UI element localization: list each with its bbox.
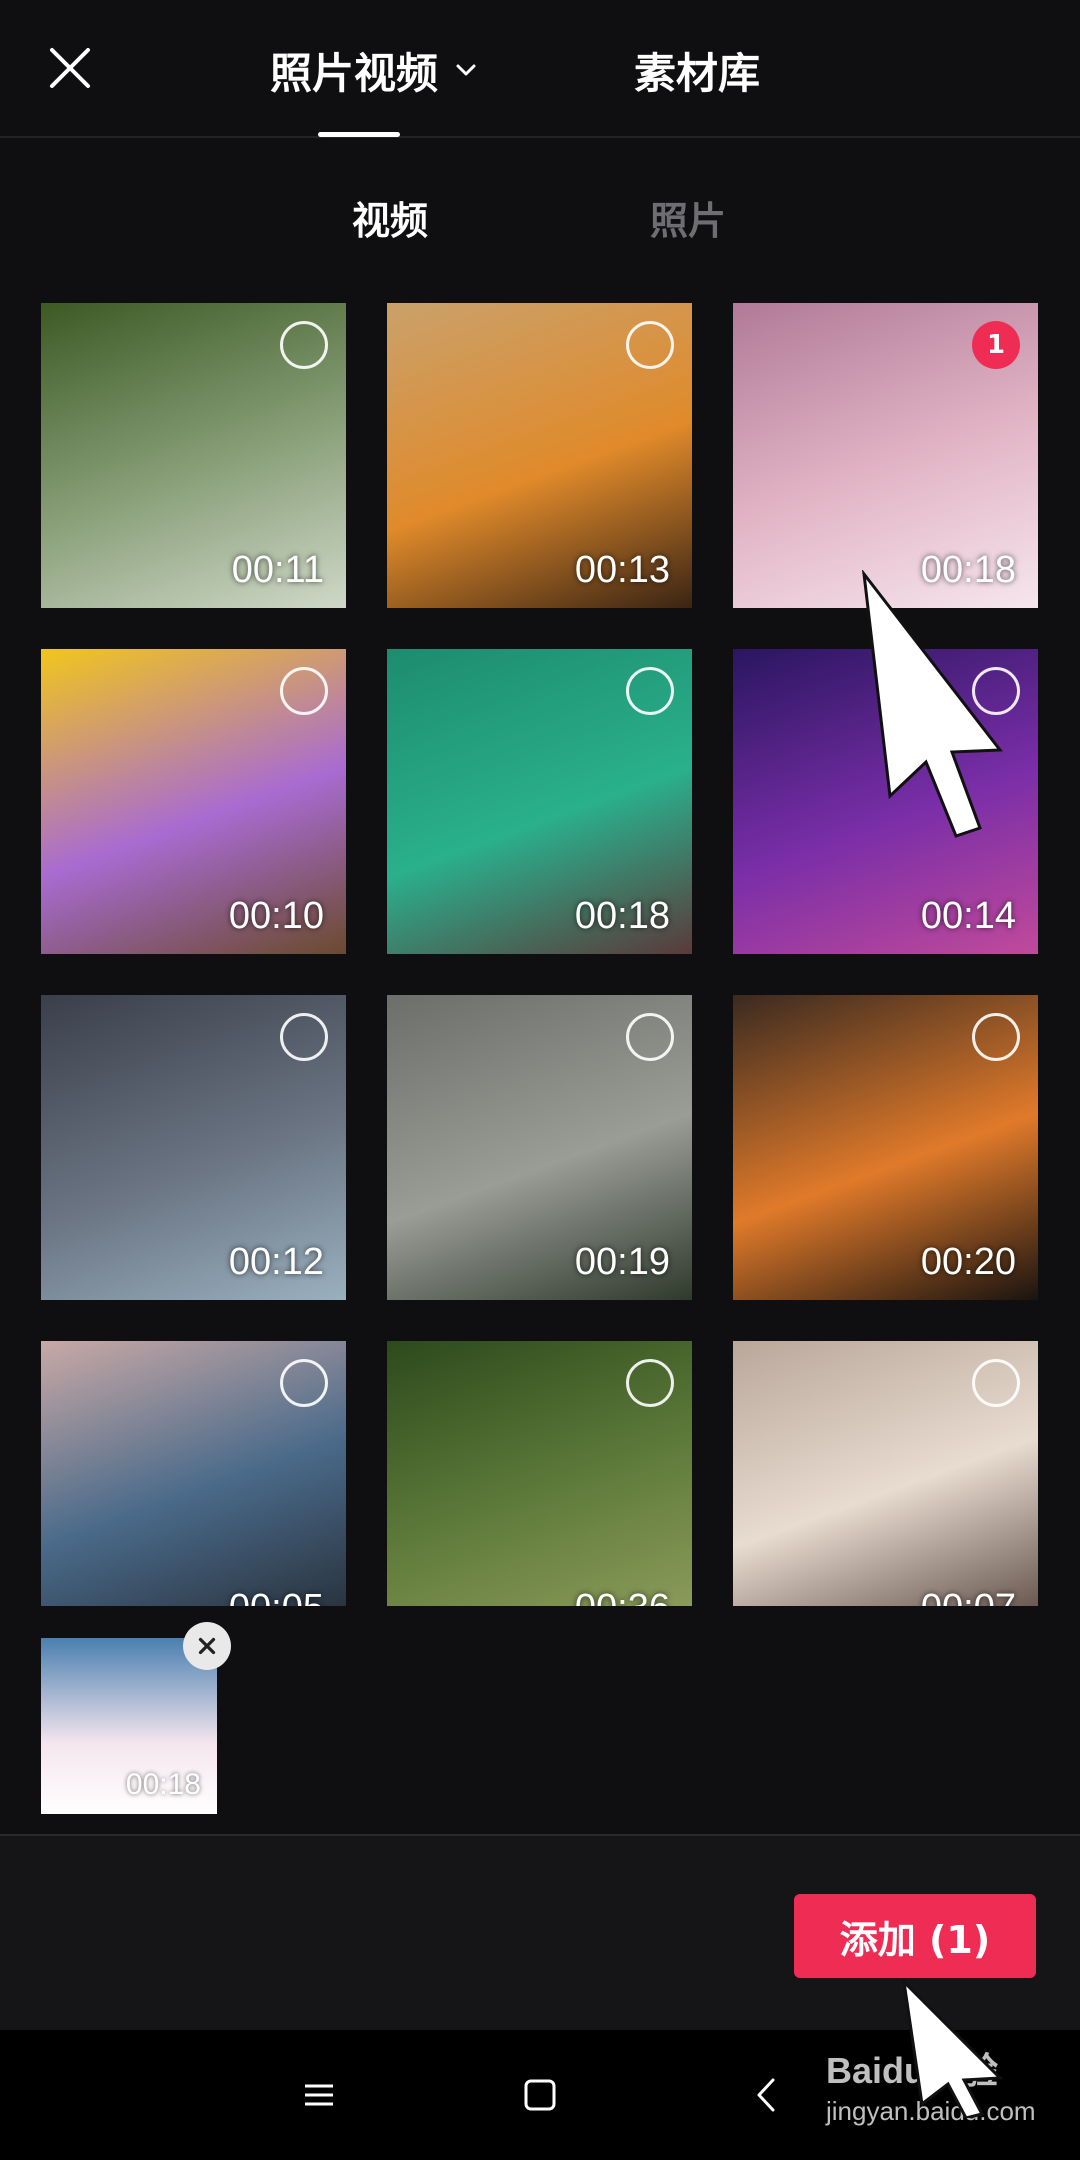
add-button[interactable]: 添加 (1) xyxy=(794,1894,1036,1978)
duration-label: 00:10 xyxy=(228,895,324,937)
pointer-cursor-icon xyxy=(862,570,1003,838)
select-circle-icon[interactable] xyxy=(280,1013,328,1061)
selected-media-strip: 00:18 xyxy=(0,1608,1080,1834)
select-circle-icon[interactable] xyxy=(626,1013,674,1061)
active-tab-indicator xyxy=(318,132,400,137)
top-bar: 照片视频 素材库 xyxy=(0,0,1080,138)
duration-label: 00:18 xyxy=(574,895,670,937)
tab-photos-videos[interactable]: 照片视频 xyxy=(270,40,480,100)
tab-material-library[interactable]: 素材库 xyxy=(634,40,760,100)
media-tile[interactable]: 00:13 xyxy=(387,303,692,608)
subtab-photo[interactable]: 照片 xyxy=(650,190,726,245)
duration-label: 00:13 xyxy=(574,549,670,591)
media-tile[interactable]: 00:20 xyxy=(733,995,1038,1300)
menu-icon[interactable] xyxy=(296,2072,342,2118)
select-circle-icon[interactable] xyxy=(280,667,328,715)
select-circle-icon[interactable] xyxy=(626,321,674,369)
media-tile[interactable]: 00:36 xyxy=(387,1341,692,1606)
chevron-down-icon xyxy=(456,64,476,76)
close-icon xyxy=(198,1637,216,1655)
pointer-cursor-icon-2 xyxy=(901,1978,1004,2118)
select-circle-icon[interactable] xyxy=(626,667,674,715)
media-tile[interactable]: 00:19 xyxy=(387,995,692,1300)
duration-label: 00:12 xyxy=(228,1241,324,1283)
selected-duration: 00:18 xyxy=(125,1768,201,1801)
select-circle-icon[interactable] xyxy=(972,1013,1020,1061)
duration-label: 00:07 xyxy=(921,1587,1016,1606)
media-type-tabs: 视频 照片 xyxy=(0,190,1080,250)
duration-label: 00:11 xyxy=(231,549,324,591)
select-circle-icon[interactable] xyxy=(626,1359,674,1407)
media-tile[interactable]: 00:12 xyxy=(41,995,346,1300)
close-icon xyxy=(50,48,90,88)
media-tile[interactable]: 00:18 xyxy=(387,649,692,954)
duration-label: 00:20 xyxy=(920,1241,1016,1283)
media-tile[interactable]: 00:07 xyxy=(733,1341,1038,1606)
duration-label: 00:36 xyxy=(575,1587,670,1606)
select-circle-icon[interactable] xyxy=(972,1359,1020,1407)
tab-material-library-label: 素材库 xyxy=(634,48,761,98)
select-circle-icon[interactable] xyxy=(280,321,328,369)
tab-photos-videos-label: 照片视频 xyxy=(270,48,439,98)
remove-selected-button[interactable] xyxy=(183,1622,231,1670)
back-chevron-icon[interactable] xyxy=(745,2072,791,2118)
media-tile[interactable]: 00:11 xyxy=(41,303,346,608)
close-button[interactable] xyxy=(40,38,100,98)
select-circle-icon[interactable] xyxy=(280,1359,328,1407)
media-tile[interactable]: 00:05 xyxy=(41,1341,346,1606)
media-tile[interactable]: 1 00:18 xyxy=(733,303,1038,608)
duration-label: 00:14 xyxy=(920,895,1016,937)
duration-label: 00:05 xyxy=(229,1587,324,1606)
home-square-icon[interactable] xyxy=(517,2072,563,2118)
selection-order-badge[interactable]: 1 xyxy=(972,321,1020,369)
media-tile[interactable]: 00:10 xyxy=(41,649,346,954)
subtab-video[interactable]: 视频 xyxy=(352,190,428,245)
duration-label: 00:19 xyxy=(574,1241,670,1283)
